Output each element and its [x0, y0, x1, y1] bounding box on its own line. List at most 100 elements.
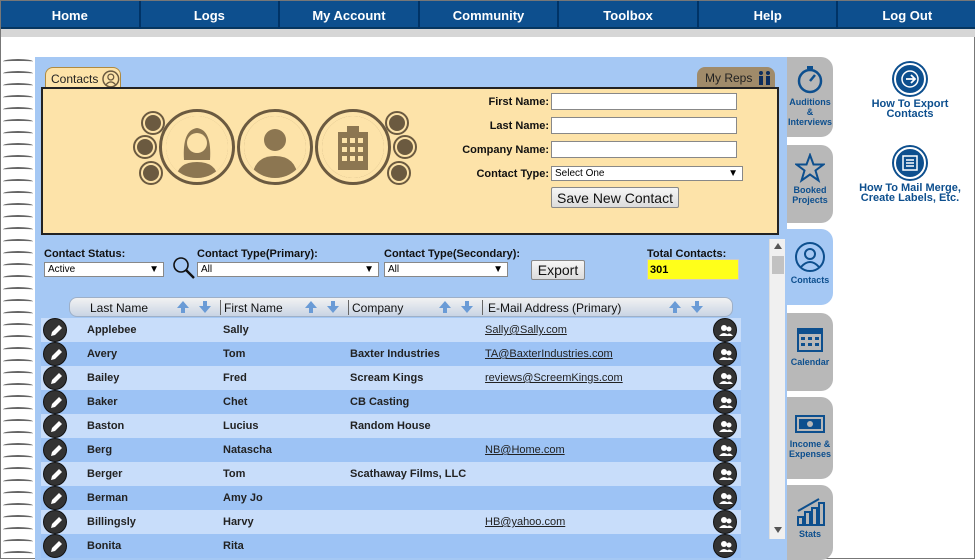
table-row[interactable]: Berger Tom Scathaway Films, LLC [41, 462, 741, 486]
reps-people-icon[interactable] [713, 534, 737, 558]
help-mail-merge[interactable]: How To Mail Merge, Create Labels, Etc. [855, 147, 965, 204]
company-name-label: Company Name: [462, 144, 549, 156]
sort-down-icon[interactable] [690, 300, 704, 314]
col-company[interactable]: Company [352, 301, 403, 315]
reps-people-icon[interactable] [713, 438, 737, 462]
spiral-ring [3, 227, 33, 232]
table-row[interactable]: Applebee Sally Sally@Sally.com [41, 318, 741, 342]
table-row[interactable]: Baker Chet CB Casting [41, 390, 741, 414]
sort-up-icon[interactable] [304, 300, 318, 314]
scroll-up-icon[interactable] [773, 242, 783, 250]
tab-my-reps[interactable]: My Reps [697, 67, 775, 89]
table-row[interactable]: Billingsly Harvy HB@yahoo.com [41, 510, 741, 534]
sort-down-icon[interactable] [326, 300, 340, 314]
spiral-ring [3, 71, 33, 76]
sort-up-icon[interactable] [176, 300, 190, 314]
reps-people-icon[interactable] [713, 462, 737, 486]
reps-people-icon[interactable] [713, 366, 737, 390]
contacts-icon [795, 242, 825, 272]
small-female-icon [385, 111, 409, 135]
cell-last-name: Berger [87, 468, 123, 480]
sort-down-icon[interactable] [460, 300, 474, 314]
edit-pencil-icon[interactable] [43, 390, 67, 414]
scroll-thumb[interactable] [772, 256, 784, 274]
tab-contacts-label: Contacts [51, 71, 99, 86]
reps-people-icon[interactable] [713, 510, 737, 534]
table-row[interactable]: Bailey Fred Scream Kings reviews@ScreemKing… [41, 366, 741, 390]
table-row[interactable]: Baston Lucius Random House [41, 414, 741, 438]
edit-pencil-icon[interactable] [43, 486, 67, 510]
nav-home[interactable]: Home [1, 1, 141, 29]
edit-pencil-icon[interactable] [43, 414, 67, 438]
column-divider [348, 300, 349, 315]
cell-email[interactable]: TA@BaxterIndustries.com [485, 348, 613, 360]
table-row[interactable]: Bonita Rita [41, 534, 741, 558]
first-name-input[interactable] [551, 93, 737, 110]
scroll-down-icon[interactable] [773, 526, 783, 534]
side-tab-income-expenses[interactable]: Income & Expenses [787, 397, 833, 479]
col-email[interactable]: E-Mail Address (Primary) [488, 301, 621, 315]
edit-pencil-icon[interactable] [43, 510, 67, 534]
nav-help[interactable]: Help [698, 1, 839, 29]
save-new-contact-button[interactable]: Save New Contact [551, 187, 679, 208]
reps-people-icon[interactable] [713, 318, 737, 342]
scrollbar[interactable] [769, 239, 785, 539]
spiral-ring [3, 539, 33, 544]
spiral-ring [3, 419, 33, 424]
nav-divider [1, 29, 975, 37]
col-last-name[interactable]: Last Name [90, 301, 148, 315]
cell-email[interactable]: NB@Home.com [485, 444, 565, 456]
edit-pencil-icon[interactable] [43, 318, 67, 342]
cell-first-name: Rita [223, 540, 244, 552]
reps-people-icon[interactable] [713, 390, 737, 414]
nav-log-out[interactable]: Log Out [838, 1, 975, 29]
sort-down-icon[interactable] [198, 300, 212, 314]
side-tab-stats[interactable]: Stats [787, 485, 833, 560]
col-first-name[interactable]: First Name [224, 301, 283, 315]
cell-email[interactable]: Sally@Sally.com [485, 324, 567, 336]
company-name-input[interactable] [551, 141, 737, 158]
cell-last-name: Avery [87, 348, 118, 360]
app-frame: Home Logs My Account Community Toolbox H… [0, 0, 975, 560]
spiral-ring [3, 491, 33, 496]
cell-last-name: Bailey [87, 372, 120, 384]
star-icon [795, 153, 825, 183]
primary-type-label: Contact Type(Primary): [197, 248, 318, 260]
reps-people-icon[interactable] [713, 342, 737, 366]
contact-status-select[interactable]: Active ▼ [44, 262, 164, 277]
edit-pencil-icon[interactable] [43, 462, 67, 486]
tab-contacts[interactable]: Contacts [45, 67, 121, 89]
search-icon[interactable] [171, 255, 197, 281]
nav-my-account[interactable]: My Account [280, 1, 420, 29]
nav-toolbox[interactable]: Toolbox [559, 1, 699, 29]
side-tab-booked-projects[interactable]: Booked Projects [787, 145, 833, 223]
reps-people-icon[interactable] [713, 414, 737, 438]
side-tab-auditions[interactable]: Auditions & Interviews [787, 57, 833, 137]
side-tab-contacts[interactable]: Contacts [787, 229, 833, 305]
help-export-contacts[interactable]: How To Export Contacts [855, 63, 965, 120]
edit-pencil-icon[interactable] [43, 366, 67, 390]
export-button[interactable]: Export [531, 260, 585, 280]
contact-type-select[interactable]: Select One ▼ [551, 166, 743, 181]
reps-people-icon[interactable] [713, 486, 737, 510]
table-row[interactable]: Berman Amy Jo [41, 486, 741, 510]
edit-pencil-icon[interactable] [43, 342, 67, 366]
nav-logs[interactable]: Logs [140, 1, 281, 29]
side-tab-booked-label: Booked Projects [792, 185, 828, 205]
edit-pencil-icon[interactable] [43, 534, 67, 558]
table-row[interactable]: Avery Tom Baxter Industries TA@BaxterIndust… [41, 342, 741, 366]
small-male-icon [387, 161, 411, 185]
cell-first-name: Lucius [223, 420, 259, 432]
nav-community[interactable]: Community [419, 1, 560, 29]
last-name-input[interactable] [551, 117, 737, 134]
side-tab-calendar[interactable]: Calendar [787, 313, 833, 391]
cell-email[interactable]: HB@yahoo.com [485, 516, 565, 528]
sort-up-icon[interactable] [668, 300, 682, 314]
spiral-ring [3, 215, 33, 220]
table-row[interactable]: Berg Natascha NB@Home.com [41, 438, 741, 462]
cell-email[interactable]: reviews@ScreemKings.com [485, 372, 623, 384]
sort-up-icon[interactable] [438, 300, 452, 314]
secondary-type-select[interactable]: All ▼ [384, 262, 508, 277]
primary-type-select[interactable]: All ▼ [197, 262, 379, 277]
edit-pencil-icon[interactable] [43, 438, 67, 462]
